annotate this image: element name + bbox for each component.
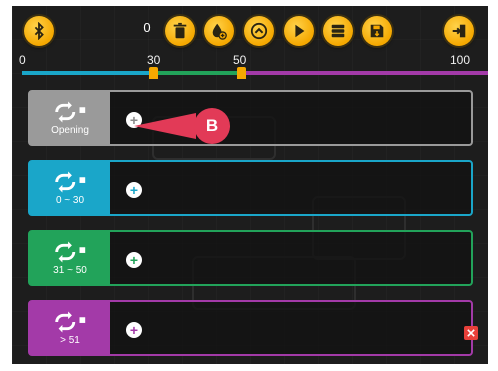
counter: 0 bbox=[143, 20, 151, 35]
close-icon bbox=[467, 329, 475, 337]
play-button[interactable] bbox=[284, 16, 314, 46]
delete-slot-button[interactable] bbox=[464, 326, 478, 340]
chevron-up-icon bbox=[250, 22, 268, 40]
app-screen: 0 0 30 50 100 Opening + 0 ~ 30 + 31 ~ 50… bbox=[12, 6, 488, 364]
up-button[interactable] bbox=[244, 16, 274, 46]
range-marker-30[interactable] bbox=[149, 67, 158, 79]
add-step-button[interactable]: + bbox=[126, 322, 142, 338]
stack-button[interactable] bbox=[323, 16, 353, 46]
plus-icon: + bbox=[129, 182, 139, 198]
range-bar-0-30 bbox=[22, 71, 153, 75]
plus-icon: + bbox=[129, 252, 139, 268]
scale-tick-0: 0 bbox=[19, 53, 26, 67]
save-button[interactable] bbox=[362, 16, 392, 46]
trash-icon bbox=[173, 22, 187, 39]
delete-button[interactable] bbox=[165, 16, 195, 46]
slot-opening: Opening + bbox=[28, 90, 473, 146]
slot-range-label: 31 ~ 50 bbox=[53, 265, 87, 276]
slot-range-label: > 51 bbox=[60, 335, 80, 346]
slot-range-label: 0 ~ 30 bbox=[55, 195, 85, 206]
save-icon bbox=[370, 24, 384, 38]
exit-icon bbox=[452, 24, 466, 38]
scale-tick-100: 100 bbox=[450, 53, 471, 67]
slot-label-over-51: > 51 bbox=[30, 302, 110, 354]
exit-button[interactable] bbox=[444, 16, 474, 46]
slot-over-51: > 51 + bbox=[28, 300, 473, 356]
add-sound-button[interactable] bbox=[204, 16, 234, 46]
add-step-button[interactable]: + bbox=[126, 182, 142, 198]
slot-31-50: 31 ~ 50 + bbox=[28, 230, 473, 286]
range-bar-31-50 bbox=[153, 71, 241, 75]
slot-0-30: 0 ~ 30 + bbox=[28, 160, 473, 216]
add-step-button[interactable]: + bbox=[126, 252, 142, 268]
loop-icon bbox=[55, 311, 86, 333]
bluetooth-button[interactable] bbox=[24, 16, 54, 46]
slot-label-0-30: 0 ~ 30 bbox=[30, 162, 110, 214]
callout-label: B bbox=[205, 116, 219, 135]
scale-tick-50: 50 bbox=[233, 53, 247, 67]
loop-icon bbox=[55, 241, 86, 263]
drop-plus-icon bbox=[212, 23, 227, 40]
plus-icon: + bbox=[129, 322, 139, 338]
range-marker-50[interactable] bbox=[237, 67, 246, 79]
slot-label-31-50: 31 ~ 50 bbox=[30, 232, 110, 284]
loop-icon bbox=[55, 101, 86, 123]
loop-icon bbox=[55, 171, 86, 193]
slot-label-opening: Opening bbox=[30, 92, 110, 144]
stack-icon bbox=[331, 24, 345, 38]
slot-range-label: Opening bbox=[51, 125, 89, 136]
scale-tick-30: 30 bbox=[147, 53, 161, 67]
play-icon bbox=[295, 24, 305, 38]
range-bar-51-100 bbox=[241, 71, 488, 75]
bluetooth-icon bbox=[34, 22, 44, 40]
